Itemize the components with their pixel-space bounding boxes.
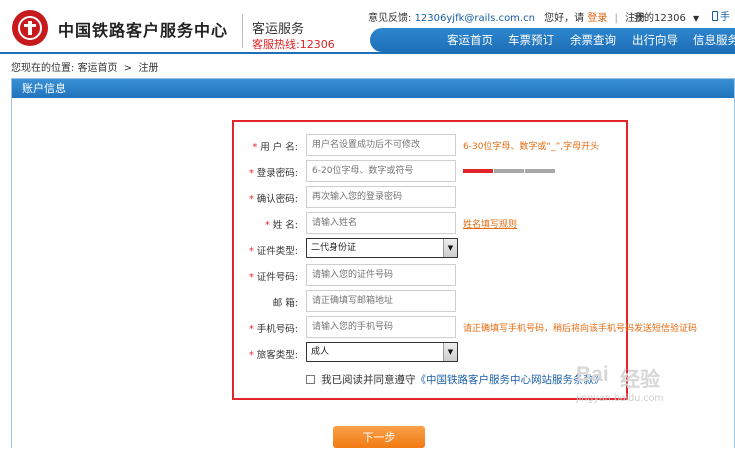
email-row: 邮 箱:	[234, 290, 630, 312]
next-step-button[interactable]: 下一步	[333, 426, 425, 448]
passenger-type-value: 成人	[311, 347, 330, 357]
main-nav: 客运首页 车票预订 余票查询 出行向导 信息服务	[0, 28, 735, 52]
mobile-link[interactable]: 手	[712, 8, 730, 23]
mobile-label: * 手机号码:	[249, 324, 298, 335]
breadcrumb-current: 注册	[138, 63, 159, 74]
my12306-label: 我的12306	[634, 13, 686, 24]
dropdown-arrow-icon: ▼	[443, 239, 457, 257]
name-label: * 姓 名:	[264, 220, 298, 231]
name-rules-link[interactable]: 姓名填写规则	[463, 217, 517, 230]
watermark-url: jingyan.baidu.com	[576, 393, 664, 404]
passenger-type-row: * 旅客类型: 成人 ▼	[234, 342, 630, 364]
nav-items: 客运首页 车票预订 余票查询 出行向导 信息服务	[440, 28, 735, 52]
name-row: * 姓 名: 姓名填写规则	[234, 212, 630, 234]
passenger-type-label: * 旅客类型:	[249, 350, 298, 361]
username-input[interactable]	[306, 134, 456, 156]
nav-item-booking[interactable]: 车票预订	[500, 32, 562, 48]
mobile-row: * 手机号码: 请正确填写手机号码，稍后将向该手机号码发送短信验证码	[234, 316, 697, 338]
breadcrumb-home-link[interactable]: 客运首页	[78, 63, 118, 74]
site-header: 中国铁路客户服务中心 客运服务 客服热线:12306 意见反馈: 12306yj…	[0, 0, 735, 56]
password-strength-meter	[463, 169, 556, 173]
confirm-password-input[interactable]	[306, 186, 456, 208]
agree-checkbox[interactable]	[306, 375, 315, 384]
confirm-label: * 确认密码:	[249, 194, 298, 205]
nav-item-guide[interactable]: 出行向导	[624, 32, 686, 48]
id-number-label: * 证件号码:	[249, 272, 298, 283]
top-separator: |	[614, 13, 618, 24]
name-input[interactable]	[306, 212, 456, 234]
username-label: * 用 户 名:	[252, 142, 298, 153]
breadcrumb: 您现在的位置: 客运首页 > 注册	[11, 59, 158, 74]
phone-label: 手	[720, 12, 730, 23]
username-row: * 用 户 名: 6-30位字母、数字或“_”,字母开头	[234, 134, 630, 156]
phone-icon	[712, 11, 718, 21]
agreement: 我已阅读并同意遵守 《中国铁路客户服务中心网站服务条款》	[306, 372, 605, 387]
nav-item-tickets[interactable]: 余票查询	[562, 32, 624, 48]
login-link[interactable]: 登录	[587, 13, 607, 24]
strength-bar-3	[525, 169, 555, 173]
mobile-input[interactable]	[306, 316, 456, 338]
feedback-label: 意见反馈:	[368, 13, 412, 24]
mobile-hint: 请正确填写手机号码，稍后将向该手机号码发送短信验证码	[463, 324, 698, 334]
chevron-down-icon: ▼	[693, 14, 700, 23]
passenger-type-select[interactable]: 成人 ▼	[306, 342, 458, 362]
id-number-row: * 证件号码:	[234, 264, 630, 286]
id-type-label: * 证件类型:	[249, 246, 298, 257]
breadcrumb-sep: >	[123, 63, 133, 74]
top-links: 意见反馈: 12306yjfk@rails.com.cn 您好，请 登录 | 注…	[368, 9, 645, 24]
nav-item-info[interactable]: 信息服务	[686, 32, 735, 48]
agree-text: 我已阅读并同意遵守	[321, 374, 416, 386]
password-label: * 登录密码:	[249, 168, 298, 179]
id-type-value: 二代身份证	[311, 243, 357, 253]
password-row: * 登录密码:	[234, 160, 630, 182]
id-number-input[interactable]	[306, 264, 456, 286]
panel-title: 账户信息	[12, 79, 734, 98]
email-label: 邮 箱:	[272, 298, 298, 309]
watermark-jingyan: 经验	[620, 367, 660, 391]
strength-bar-1	[463, 169, 493, 173]
strength-bar-2	[494, 169, 524, 173]
my12306-menu[interactable]: 我的12306 ▼	[634, 9, 699, 24]
confirm-row: * 确认密码:	[234, 186, 630, 208]
nav-item-home[interactable]: 客运首页	[440, 32, 500, 48]
id-type-select[interactable]: 二代身份证 ▼	[306, 238, 458, 258]
id-type-row: * 证件类型: 二代身份证 ▼	[234, 238, 630, 260]
password-input[interactable]	[306, 160, 456, 182]
breadcrumb-prefix: 您现在的位置:	[11, 63, 75, 74]
header-underline	[0, 52, 735, 54]
watermark-baidu: Bai	[576, 363, 609, 386]
username-hint: 6-30位字母、数字或“_”,字母开头	[463, 142, 600, 152]
greeting: 您好，请	[544, 13, 585, 24]
registration-form: * 用 户 名: 6-30位字母、数字或“_”,字母开头 * 登录密码: * 确…	[232, 120, 697, 400]
feedback-email-link[interactable]: 12306yjfk@rails.com.cn	[415, 13, 535, 24]
email-input[interactable]	[306, 290, 456, 312]
baidu-watermark: Bai 经验 jingyan.baidu.com	[576, 363, 716, 423]
dropdown-arrow-icon: ▼	[443, 343, 457, 361]
